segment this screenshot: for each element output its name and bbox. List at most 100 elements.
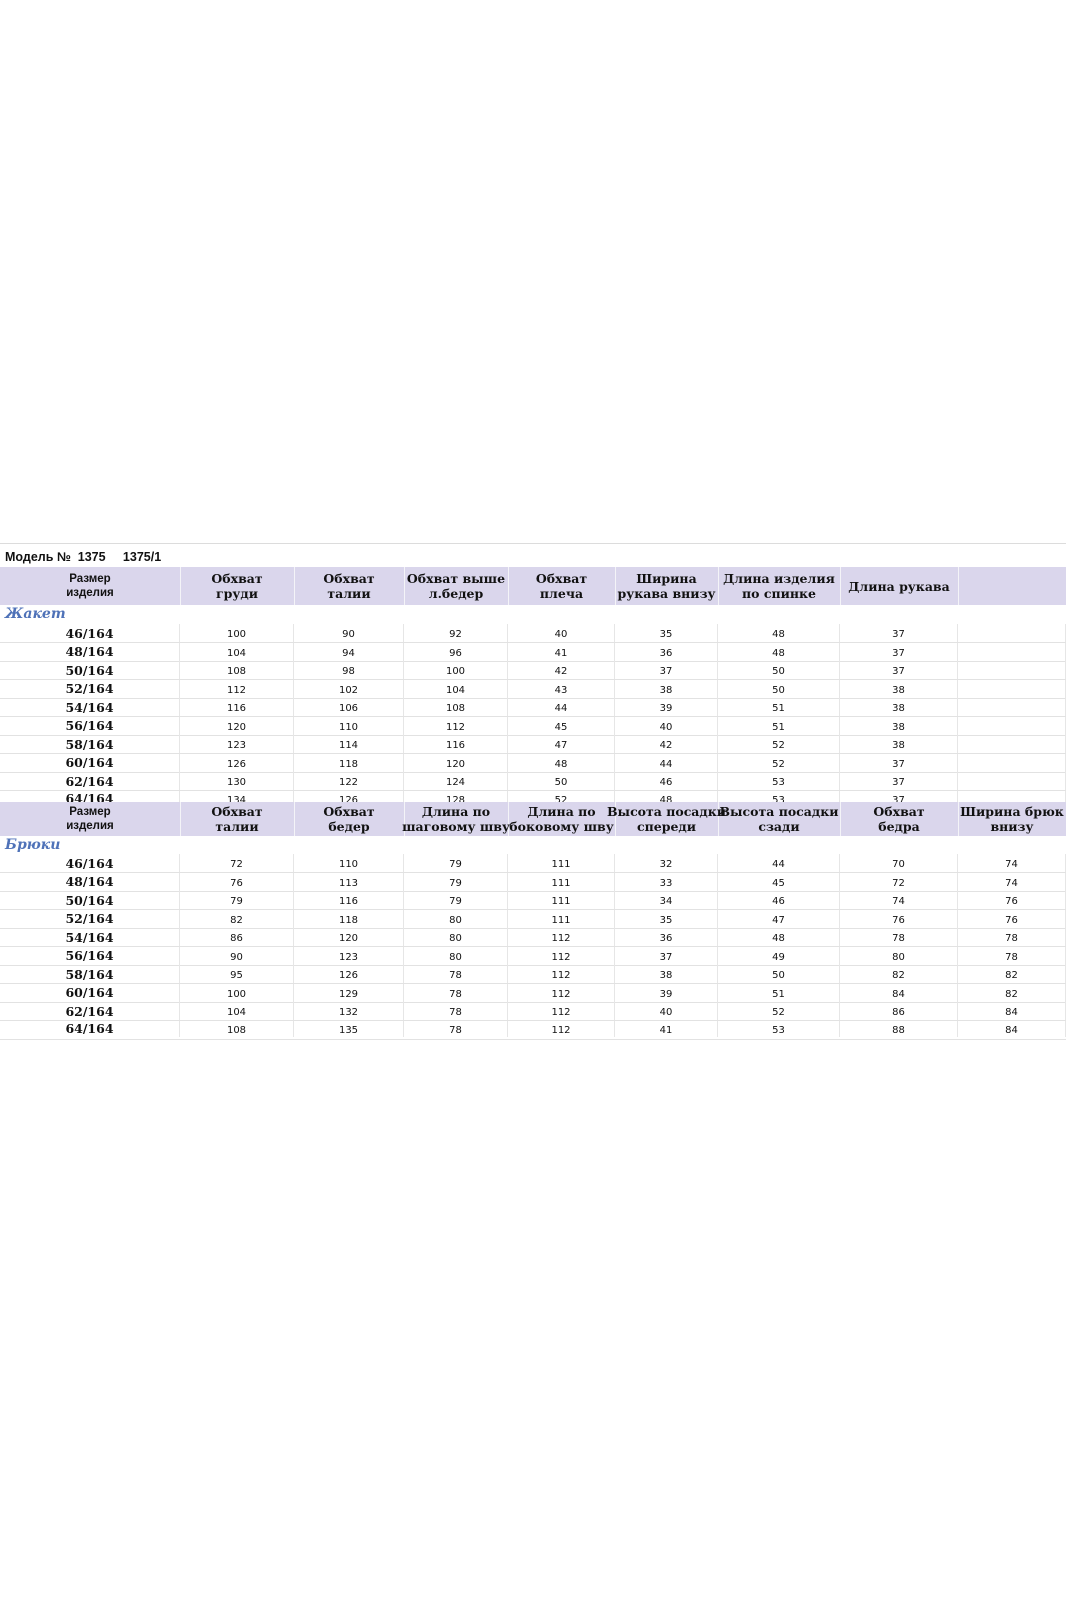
jacket-size-cell: 58/164 [0, 735, 180, 753]
trousers-value-cell: 113 [294, 872, 404, 891]
jacket-value-cell: 50 [718, 661, 840, 679]
jacket-value-cell: 116 [180, 698, 294, 716]
jacket-size-cell: 48/164 [0, 642, 180, 661]
trousers-value-cell: 36 [615, 928, 718, 946]
trousers-value-cell: 123 [294, 946, 404, 965]
jacket-header-cell: Ширина рукава внизу [615, 567, 719, 605]
jacket-value-cell: 104 [404, 679, 508, 698]
jacket-value-cell: 37 [840, 642, 958, 661]
trousers-value-cell: 88 [840, 1020, 958, 1037]
jacket-value-cell: 108 [404, 698, 508, 716]
trousers-value-cell: 74 [958, 872, 1066, 891]
trousers-value-cell: 79 [404, 891, 508, 909]
trousers-value-cell: 80 [404, 928, 508, 946]
trousers-table-row: 46/164 72 110 79 111 32 44 70 74 [0, 854, 1066, 873]
trousers-value-cell: 74 [840, 891, 958, 909]
jacket-header-cell: Обхват груди [180, 567, 295, 605]
trousers-value-cell: 74 [958, 854, 1066, 872]
jacket-size-cell: 46/164 [0, 624, 180, 642]
trousers-value-cell: 84 [958, 1020, 1066, 1037]
trousers-value-cell: 34 [615, 891, 718, 909]
trousers-header-cell: Размер изделия [0, 802, 181, 836]
jacket-value-cell [958, 735, 1066, 753]
trousers-value-cell: 80 [404, 946, 508, 965]
jacket-value-cell: 38 [840, 735, 958, 753]
jacket-value-cell: 38 [840, 716, 958, 735]
jacket-value-cell: 42 [508, 661, 615, 679]
trousers-value-cell: 112 [508, 1002, 615, 1020]
jacket-value-cell [958, 753, 1066, 772]
jacket-value-cell: 40 [508, 624, 615, 642]
trousers-table-row: 56/164 90 123 80 112 37 49 80 78 [0, 946, 1066, 966]
trousers-size-cell: 58/164 [0, 965, 180, 983]
jacket-value-cell: 120 [404, 753, 508, 772]
trousers-size-cell: 56/164 [0, 946, 180, 965]
jacket-value-cell: 114 [294, 735, 404, 753]
trousers-value-cell: 132 [294, 1002, 404, 1020]
jacket-value-cell: 123 [180, 735, 294, 753]
jacket-value-cell: 51 [718, 698, 840, 716]
trousers-value-cell: 100 [180, 983, 294, 1002]
model-number: Модель № 1375 1375/1 [5, 550, 162, 564]
jacket-header-cell: Длина изделия по спинке [718, 567, 841, 605]
trousers-value-cell: 129 [294, 983, 404, 1002]
trousers-value-cell: 49 [718, 946, 840, 965]
trousers-value-cell: 44 [718, 854, 840, 872]
jacket-value-cell [958, 772, 1066, 790]
trousers-value-cell: 50 [718, 965, 840, 983]
jacket-value-cell: 41 [508, 642, 615, 661]
jacket-table-row: 48/164 104 94 96 41 36 48 37 [0, 642, 1066, 662]
trousers-size-cell: 52/164 [0, 909, 180, 928]
size-chart-sheet: Модель № 1375 1375/1 Размер изделия Обхва… [0, 543, 1066, 1058]
jacket-value-cell: 38 [840, 698, 958, 716]
jacket-value-cell: 43 [508, 679, 615, 698]
jacket-value-cell: 37 [840, 624, 958, 642]
trousers-value-cell: 82 [958, 983, 1066, 1002]
jacket-value-cell [958, 716, 1066, 735]
trousers-value-cell: 76 [180, 872, 294, 891]
jacket-value-cell: 42 [615, 735, 718, 753]
trousers-value-cell: 108 [180, 1020, 294, 1037]
trousers-value-cell: 38 [615, 965, 718, 983]
trousers-value-cell: 47 [718, 909, 840, 928]
trousers-table-row: 50/164 79 116 79 111 34 46 74 76 [0, 891, 1066, 910]
jacket-header-cell: Размер изделия [0, 567, 181, 605]
trousers-table-row: 64/164 108 135 78 112 41 53 88 84 [0, 1020, 1066, 1040]
jacket-value-cell: 92 [404, 624, 508, 642]
trousers-value-cell: 111 [508, 891, 615, 909]
trousers-value-cell: 111 [508, 872, 615, 891]
jacket-value-cell: 52 [718, 753, 840, 772]
trousers-value-cell: 111 [508, 909, 615, 928]
trousers-value-cell: 78 [958, 946, 1066, 965]
jacket-value-cell: 38 [840, 679, 958, 698]
jacket-value-cell: 116 [404, 735, 508, 753]
trousers-value-cell: 76 [958, 891, 1066, 909]
trousers-value-cell: 82 [958, 965, 1066, 983]
trousers-value-cell: 37 [615, 946, 718, 965]
jacket-header-cell: Длина рукава [840, 567, 959, 605]
trousers-table-row: 58/164 95 126 78 112 38 50 82 82 [0, 965, 1066, 984]
trousers-value-cell: 79 [180, 891, 294, 909]
trousers-value-cell: 90 [180, 946, 294, 965]
trousers-value-cell: 41 [615, 1020, 718, 1037]
trousers-value-cell: 35 [615, 909, 718, 928]
jacket-header-cell: Обхват плеча [508, 567, 616, 605]
trousers-value-cell: 95 [180, 965, 294, 983]
jacket-size-cell: 56/164 [0, 716, 180, 735]
trousers-size-cell: 64/164 [0, 1020, 180, 1037]
jacket-value-cell [958, 661, 1066, 679]
trousers-value-cell: 51 [718, 983, 840, 1002]
jacket-size-cell: 60/164 [0, 753, 180, 772]
trousers-value-cell: 78 [840, 928, 958, 946]
trousers-table-row: 52/164 82 118 80 111 35 47 76 76 [0, 909, 1066, 929]
jacket-header-row: Размер изделия Обхват груди Обхват талии Об… [0, 567, 1066, 605]
jacket-value-cell: 37 [615, 661, 718, 679]
jacket-value-cell: 40 [615, 716, 718, 735]
trousers-size-cell: 46/164 [0, 854, 180, 872]
trousers-value-cell: 78 [404, 983, 508, 1002]
jacket-value-cell: 112 [404, 716, 508, 735]
trousers-value-cell: 126 [294, 965, 404, 983]
trousers-value-cell: 80 [840, 946, 958, 965]
jacket-size-cell: 54/164 [0, 698, 180, 716]
jacket-header-cell [958, 567, 1066, 605]
